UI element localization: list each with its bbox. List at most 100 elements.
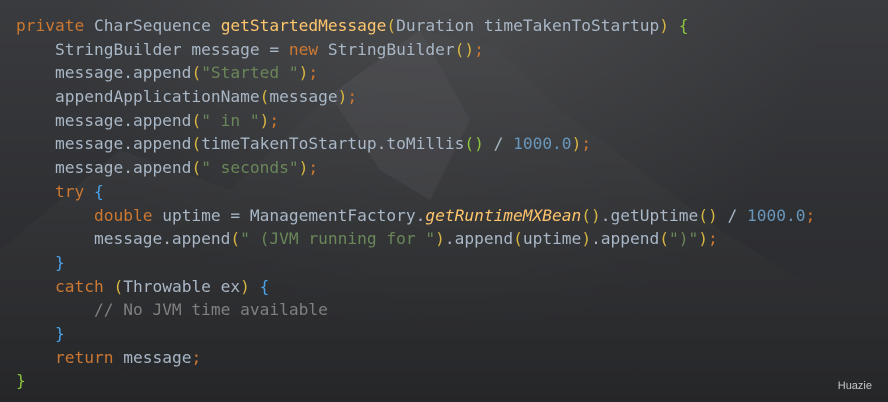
code-token: appendApplicationName [54, 87, 260, 107]
semicolon: ; [308, 63, 319, 83]
code-line: message.append(" in "); [16, 109, 815, 133]
paren: ( [454, 39, 465, 59]
code-token: message.append [93, 229, 231, 249]
code-token: message.append [54, 63, 192, 83]
semicolon: ; [191, 347, 202, 367]
keyword-catch: catch [54, 276, 104, 296]
string-literal: "Started " [201, 63, 299, 83]
code-editor[interactable]: private CharSequence getStartedMessage(D… [0, 0, 888, 402]
semicolon: ; [581, 134, 592, 154]
code-token: timeTakenToStartup.toMillis [201, 134, 465, 154]
method-name: getStartedMessage [220, 16, 387, 35]
paren: ( [113, 276, 124, 296]
brace: { [678, 16, 689, 35]
code-line: message.append(" (JVM running for ").app… [16, 227, 815, 251]
semicolon: ; [708, 229, 718, 249]
code-token: message.append [54, 110, 192, 130]
keyword-new: new [288, 39, 319, 59]
code-line: appendApplicationName(message); [16, 85, 815, 109]
semicolon: ; [308, 158, 319, 178]
keyword-double: double [93, 205, 153, 225]
code-token: message.append [54, 134, 192, 154]
code-token: uptime [522, 229, 582, 249]
code-block[interactable]: private CharSequence getStartedMessage(D… [16, 14, 815, 393]
code-token: .append [591, 229, 660, 249]
code-line: message.append("Started "); [16, 61, 815, 85]
paren: ( [191, 110, 202, 130]
code-token: message [269, 87, 338, 107]
string-literal: " (JVM running for " [240, 229, 436, 249]
paren: ) [581, 229, 592, 249]
brace: } [54, 323, 65, 343]
semicolon: ; [805, 205, 816, 225]
string-literal: ")" [669, 229, 699, 249]
keyword-try: try [54, 181, 85, 201]
watermark: Huazie [837, 380, 872, 392]
code-line: private CharSequence getStartedMessage(D… [16, 14, 815, 38]
semicolon: ; [474, 39, 484, 59]
paren: ( [464, 134, 475, 154]
paren: ( [698, 205, 708, 225]
paren: ) [591, 205, 601, 225]
paren: ) [464, 39, 475, 59]
brace: } [16, 371, 26, 391]
code-line: StringBuilder message = new StringBuilde… [16, 38, 815, 62]
code-line: // No JVM time available [16, 298, 815, 322]
paren: ( [191, 134, 202, 154]
static-method-name: getRuntimeMXBean [425, 205, 582, 225]
paren: ) [240, 276, 250, 296]
paren: ( [386, 16, 397, 35]
code-comment: // No JVM time available [93, 300, 328, 320]
code-line: return message; [16, 346, 815, 370]
code-line: message.append(timeTakenToStartup.toMill… [16, 132, 815, 156]
semicolon: ; [269, 110, 280, 130]
code-token: uptime = ManagementFactory. [152, 205, 426, 225]
code-token: StringBuilder [318, 39, 455, 59]
string-literal: " in " [201, 110, 260, 130]
paren: ) [298, 63, 309, 83]
code-token: message.append [54, 158, 192, 178]
paren: ( [259, 87, 270, 107]
code-line: double uptime = ManagementFactory.getRun… [16, 204, 815, 228]
code-token: .append [444, 229, 514, 249]
paren: ) [298, 158, 309, 178]
code-token: Throwable ex [123, 276, 241, 296]
paren: ) [698, 229, 709, 249]
paren: ( [230, 229, 241, 249]
semicolon: ; [347, 87, 358, 107]
paren: ( [191, 63, 202, 83]
keyword-return: return [54, 347, 114, 367]
brace: { [93, 181, 104, 201]
paren: ) [259, 110, 270, 130]
paren: ( [513, 229, 523, 249]
paren: ) [659, 16, 670, 35]
code-token: message [113, 347, 192, 367]
code-line: try { [16, 180, 815, 204]
paren: ( [191, 158, 202, 178]
paren: ) [435, 229, 445, 249]
brace: } [54, 252, 65, 272]
paren: ( [659, 229, 670, 249]
code-token: CharSequence [84, 16, 221, 35]
keyword-private: private [16, 16, 85, 35]
code-line: } [16, 369, 815, 393]
brace: { [259, 276, 270, 296]
paren: ) [474, 134, 484, 154]
code-token: StringBuilder message = [54, 39, 289, 59]
code-line: message.append(" seconds"); [16, 156, 815, 180]
paren: ) [708, 205, 718, 225]
string-literal: " seconds" [201, 158, 299, 178]
code-line: catch (Throwable ex) { [16, 275, 815, 299]
code-line: } [16, 322, 815, 346]
number-literal: 1000.0 [513, 134, 572, 154]
code-token: Duration timeTakenToStartup [396, 16, 660, 35]
code-line: } [16, 251, 815, 275]
paren: ) [337, 87, 348, 107]
paren: ) [571, 134, 582, 154]
paren: ( [581, 205, 592, 225]
number-literal: 1000.0 [747, 205, 806, 225]
